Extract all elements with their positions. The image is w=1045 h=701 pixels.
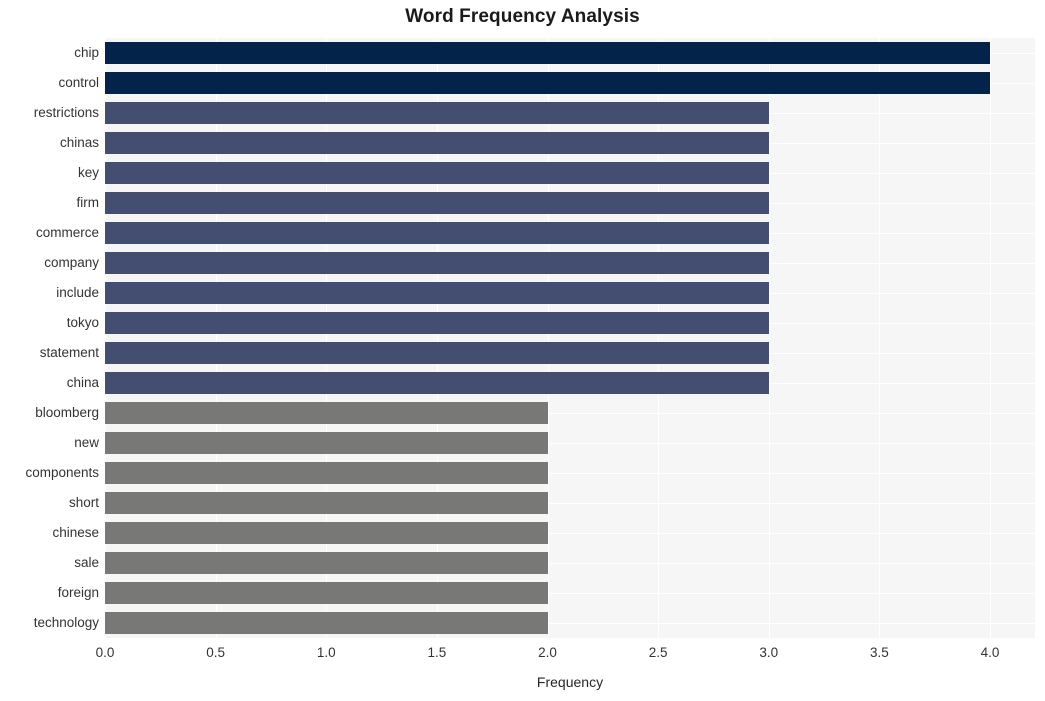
y-axis-tick-label: company [44,255,99,270]
bar[interactable] [105,612,548,634]
bar[interactable] [105,462,548,484]
bar[interactable] [105,222,769,244]
x-axis-tick-labels: 0.0 0.5 1.0 1.5 2.0 2.5 3.0 3.5 4.0 [0,645,1045,665]
x-axis-label: Frequency [536,674,604,690]
y-axis-tick-label: new [74,435,99,450]
y-axis-tick-label: components [25,465,99,480]
y-axis-tick-label: commerce [35,225,99,240]
x-axis-tick-label: 0.0 [95,645,115,660]
bar[interactable] [105,432,548,454]
y-axis-tick-label: chinas [59,135,99,150]
y-axis-tick-label: foreign [57,585,99,600]
bar[interactable] [105,192,769,214]
bar[interactable] [105,312,769,334]
x-axis-tick-label: 2.0 [538,645,557,660]
x-axis-tick-label: 1.5 [427,645,447,660]
y-axis-tick-labels: chip control restrictions chinas key firm comm… [0,38,99,638]
y-axis-tick-label: china [66,375,99,390]
bar[interactable] [105,342,769,364]
y-axis-tick-label: chip [74,45,99,60]
bar[interactable] [105,252,769,274]
bar[interactable] [105,522,548,544]
y-axis-tick-label: bloomberg [35,405,99,420]
y-axis-tick-label: tokyo [66,315,99,330]
bar[interactable] [105,72,990,94]
x-axis-tick-label: 3.5 [869,645,889,660]
x-axis-tick-label: 4.0 [980,645,1000,660]
y-axis-tick-label: restrictions [33,105,99,120]
chart-title: Word Frequency Analysis [405,6,640,27]
y-axis-tick-label: firm [76,195,100,210]
bar[interactable] [105,402,548,424]
bar[interactable] [105,552,548,574]
chart-figure: Word Frequency Analysis chip control restr… [0,0,1045,701]
plot-area [105,38,1035,638]
x-axis-tick-label: 2.5 [648,645,668,660]
x-axis-tick-label: 0.5 [206,645,226,660]
bar[interactable] [105,162,769,184]
bar[interactable] [105,582,548,604]
y-axis-tick-label: include [56,285,99,300]
y-axis-tick-label: key [77,165,99,180]
y-axis-tick-label: sale [74,555,99,570]
y-axis-tick-label: short [68,495,99,510]
bar[interactable] [105,372,769,394]
bar[interactable] [105,102,769,124]
y-axis-tick-label: technology [33,615,99,630]
x-axis-tick-label: 3.0 [759,645,779,660]
bars-layer [105,38,1035,638]
y-axis-tick-label: chinese [52,525,99,540]
bar[interactable] [105,282,769,304]
y-axis-tick-label: statement [39,345,99,360]
x-axis-tick-label: 1.0 [316,645,336,660]
bar[interactable] [105,492,548,514]
bar[interactable] [105,132,769,154]
bar[interactable] [105,42,990,64]
y-axis-tick-label: control [58,75,99,90]
